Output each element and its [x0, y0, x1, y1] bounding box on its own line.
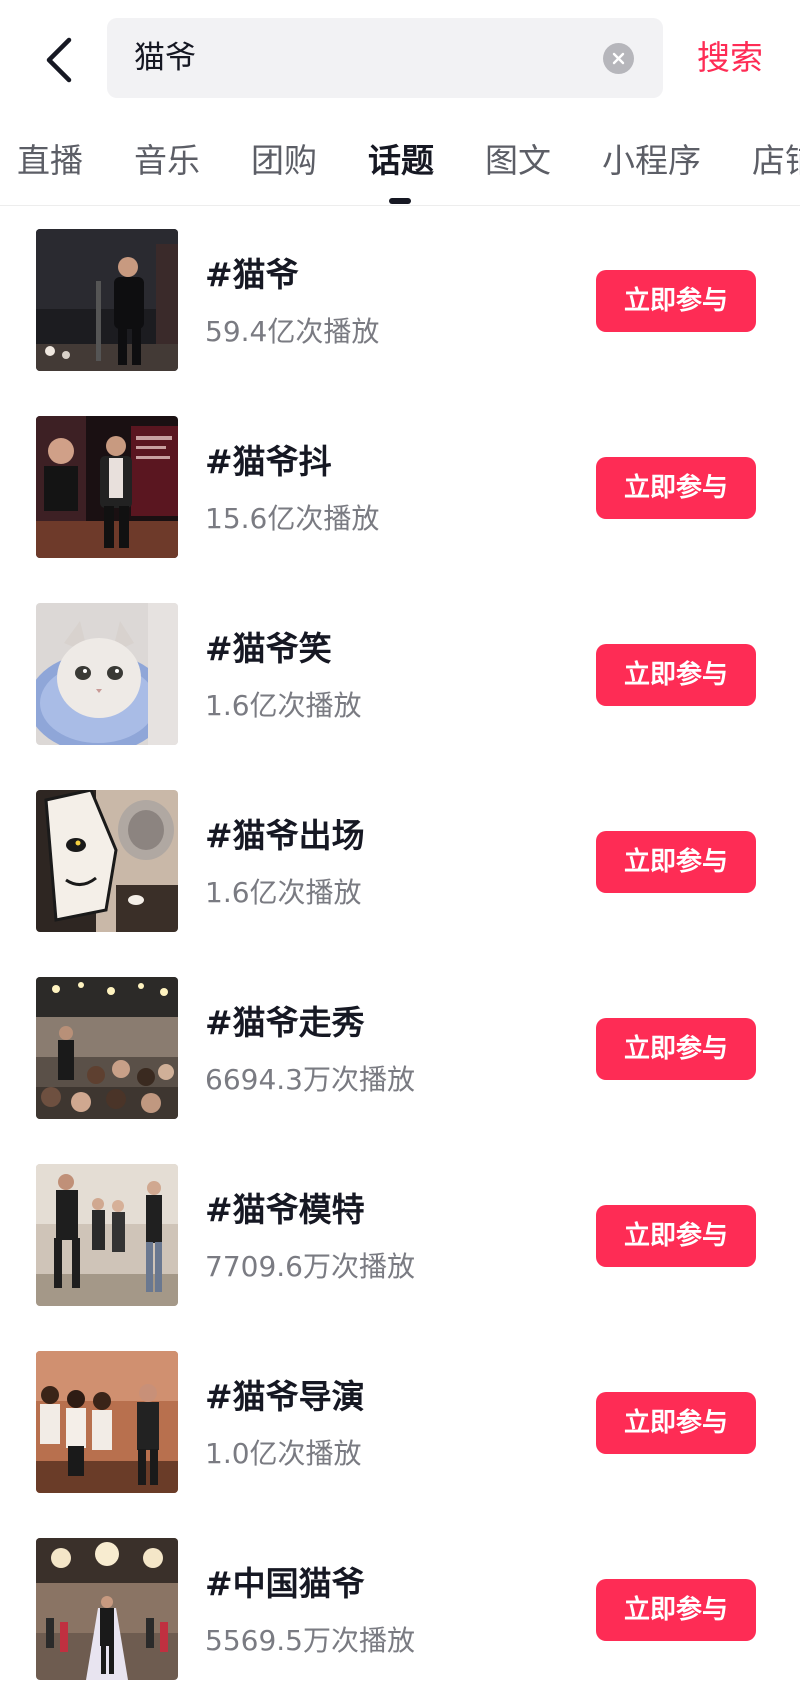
white-kitten-image [36, 603, 178, 745]
search-header: 猫爷 搜索 [0, 0, 800, 118]
topic-play-count: 7709.6万次播放 [205, 1250, 415, 1283]
join-button[interactable]: 立即参与 [596, 1205, 756, 1267]
topic-thumbnail [36, 416, 178, 558]
topic-play-count: 5569.5万次播放 [205, 1624, 415, 1657]
topic-play-count: 59.4亿次播放 [205, 315, 380, 348]
topic-play-count: 1.6亿次播放 [205, 876, 362, 909]
tab-topics[interactable]: 话题 [368, 136, 434, 186]
topic-title: #猫爷走秀 [205, 1003, 365, 1042]
join-button[interactable]: 立即参与 [596, 831, 756, 893]
search-button[interactable]: 搜索 [697, 30, 763, 86]
list-item[interactable]: #猫爷 59.4亿次播放 立即参与 [0, 206, 800, 393]
topic-title: #中国猫爷 [205, 1564, 365, 1603]
list-item[interactable]: #猫爷抖 15.6亿次播放 立即参与 [0, 393, 800, 580]
active-tab-indicator [389, 198, 411, 204]
topic-title: #猫爷 [205, 255, 299, 294]
tab-mini-programs[interactable]: 小程序 [602, 136, 701, 186]
topic-thumbnail [36, 1164, 178, 1306]
join-button[interactable]: 立即参与 [596, 644, 756, 706]
topic-thumbnail [36, 1538, 178, 1680]
models-lineup-image [36, 1351, 178, 1493]
join-button[interactable]: 立即参与 [596, 270, 756, 332]
topic-play-count: 6694.3万次播放 [205, 1063, 415, 1096]
join-button[interactable]: 立即参与 [596, 1392, 756, 1454]
join-button[interactable]: 立即参与 [596, 1579, 756, 1641]
list-item[interactable]: #猫爷导演 1.0亿次播放 立即参与 [0, 1328, 800, 1515]
list-item[interactable]: #猫爷出场 1.6亿次播放 立即参与 [0, 767, 800, 954]
ballroom-runway-image [36, 1538, 178, 1680]
man-in-black-on-stage-image [36, 229, 178, 371]
man-on-red-stage-image [36, 416, 178, 558]
search-query[interactable]: 猫爷 [134, 18, 196, 98]
topic-title: #猫爷笑 [205, 629, 332, 668]
topic-thumbnail [36, 229, 178, 371]
topic-title: #猫爷导演 [205, 1377, 365, 1416]
topic-title: #猫爷出场 [205, 816, 365, 855]
category-tabs: 直播 音乐 团购 话题 图文 小程序 店铺 [0, 118, 800, 206]
tab-live[interactable]: 直播 [17, 136, 83, 186]
list-item[interactable]: #猫爷模特 7709.6万次播放 立即参与 [0, 1141, 800, 1328]
join-button[interactable]: 立即参与 [596, 1018, 756, 1080]
tab-image-text[interactable]: 图文 [485, 136, 551, 186]
cartoon-cat-image [36, 790, 178, 932]
tab-music[interactable]: 音乐 [134, 136, 200, 186]
topic-thumbnail [36, 1351, 178, 1493]
topic-play-count: 1.0亿次播放 [205, 1437, 362, 1470]
topic-play-count: 1.6亿次播放 [205, 689, 362, 722]
topic-play-count: 15.6亿次播放 [205, 502, 380, 535]
list-item[interactable]: #中国猫爷 5569.5万次播放 立即参与 [0, 1515, 800, 1693]
list-item[interactable]: #猫爷笑 1.6亿次播放 立即参与 [0, 580, 800, 767]
tab-stores[interactable]: 店铺 [752, 136, 800, 186]
topic-thumbnail [36, 790, 178, 932]
clear-search-button[interactable] [603, 43, 634, 74]
runway-crowd-image [36, 977, 178, 1119]
back-button[interactable] [36, 30, 80, 90]
topic-thumbnail [36, 977, 178, 1119]
chevron-left-icon [46, 37, 72, 83]
topic-thumbnail [36, 603, 178, 745]
topic-title: #猫爷模特 [205, 1190, 365, 1229]
topic-title: #猫爷抖 [205, 442, 332, 481]
models-walking-image [36, 1164, 178, 1306]
tab-group-buy[interactable]: 团购 [251, 136, 317, 186]
list-item[interactable]: #猫爷走秀 6694.3万次播放 立即参与 [0, 954, 800, 1141]
join-button[interactable]: 立即参与 [596, 457, 756, 519]
close-icon [612, 52, 625, 65]
search-input[interactable]: 猫爷 [107, 18, 663, 98]
